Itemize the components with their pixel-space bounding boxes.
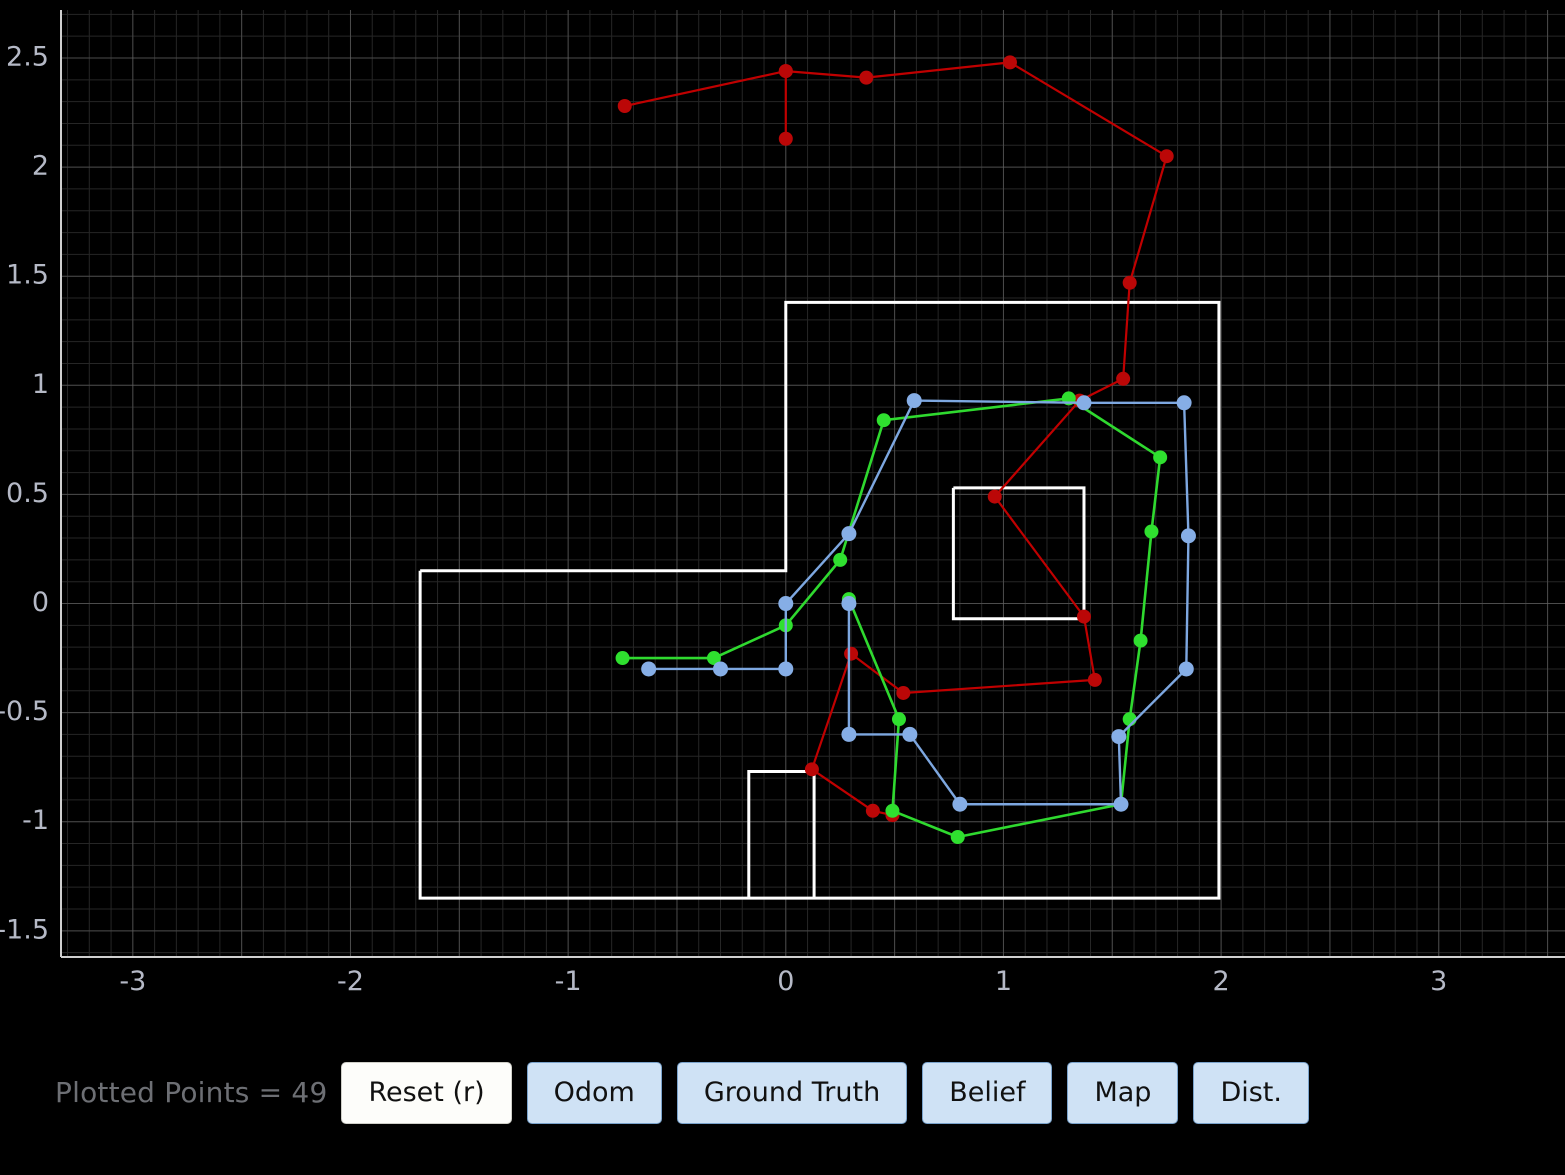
data-point-marker[interactable] xyxy=(617,99,632,114)
data-point-marker[interactable] xyxy=(1111,729,1127,745)
data-point-marker[interactable] xyxy=(865,803,880,818)
x-tick-label: -1 xyxy=(555,966,582,997)
y-tick-label: -0.5 xyxy=(0,696,49,727)
y-tick-label: -1 xyxy=(22,805,49,836)
data-point-marker[interactable] xyxy=(804,762,819,777)
ground-truth-toggle-button[interactable]: Ground Truth xyxy=(676,1061,908,1124)
data-point-marker[interactable] xyxy=(891,712,906,727)
data-point-marker[interactable] xyxy=(1153,450,1168,465)
data-point-marker[interactable] xyxy=(778,64,793,79)
data-point-marker[interactable] xyxy=(841,726,857,742)
y-tick-label: 2.5 xyxy=(6,42,49,73)
trajectory-plot-svg[interactable]: -1.5 -1 -0.5 0 0.5 1 1.5 2 2.5 -3 -2 -1 0 1 2 3 xyxy=(0,0,1565,1010)
x-tick-label: 1 xyxy=(995,966,1012,997)
data-point-marker[interactable] xyxy=(1176,395,1192,411)
data-point-marker[interactable] xyxy=(844,646,859,661)
data-point-marker[interactable] xyxy=(1116,371,1131,386)
y-tick-label: 1 xyxy=(32,369,49,400)
data-point-marker[interactable] xyxy=(1076,609,1091,624)
data-point-marker[interactable] xyxy=(1159,149,1174,164)
data-point-marker[interactable] xyxy=(876,413,891,428)
x-tick-label: -2 xyxy=(337,966,364,997)
data-point-marker[interactable] xyxy=(1133,633,1148,648)
y-tick-label: 0 xyxy=(32,587,49,618)
data-point-marker[interactable] xyxy=(778,596,794,612)
data-point-marker[interactable] xyxy=(952,796,968,812)
y-tick-label: -1.5 xyxy=(0,914,49,945)
data-point-marker[interactable] xyxy=(902,726,918,742)
data-point-marker[interactable] xyxy=(987,489,1002,504)
data-point-marker[interactable] xyxy=(950,829,965,844)
y-tick-label: 0.5 xyxy=(6,478,49,509)
dist-toggle-button[interactable]: Dist. xyxy=(1193,1061,1309,1124)
data-point-marker[interactable] xyxy=(1144,524,1159,539)
localization-plot-window: -1.5 -1 -0.5 0 0.5 1 1.5 2 2.5 -3 -2 -1 0 1 2 3 Plotted… xyxy=(0,0,1565,1175)
plot-area[interactable]: -1.5 -1 -0.5 0 0.5 1 1.5 2 2.5 -3 -2 -1 0 1 2 3 xyxy=(0,0,1565,1010)
x-tick-label: 3 xyxy=(1430,966,1447,997)
data-point-marker[interactable] xyxy=(778,661,794,677)
plotted-points-status: Plotted Points = 49 xyxy=(55,1076,328,1109)
data-point-marker[interactable] xyxy=(833,552,848,567)
data-point-marker[interactable] xyxy=(859,70,874,85)
bottom-toolbar: Plotted Points = 49 Reset (r) Odom Groun… xyxy=(0,1010,1565,1175)
y-tick-label: 1.5 xyxy=(6,260,49,291)
x-tick-label: 0 xyxy=(777,966,794,997)
reset-button[interactable]: Reset (r) xyxy=(341,1061,512,1124)
odom-toggle-button[interactable]: Odom xyxy=(526,1061,662,1124)
data-point-marker[interactable] xyxy=(641,661,657,677)
x-tick-label: -3 xyxy=(119,966,146,997)
data-point-marker[interactable] xyxy=(712,661,728,677)
data-point-marker[interactable] xyxy=(615,651,630,666)
data-point-marker[interactable] xyxy=(1178,661,1194,677)
belief-toggle-button[interactable]: Belief xyxy=(922,1061,1053,1124)
data-point-marker[interactable] xyxy=(906,393,922,409)
data-point-marker[interactable] xyxy=(1180,528,1196,544)
data-point-marker[interactable] xyxy=(1076,395,1092,411)
x-tick-label: 2 xyxy=(1213,966,1230,997)
data-point-marker[interactable] xyxy=(1087,672,1102,687)
data-point-marker[interactable] xyxy=(1113,796,1129,812)
data-point-marker[interactable] xyxy=(841,526,857,542)
data-point-marker[interactable] xyxy=(896,685,911,700)
map-toggle-button[interactable]: Map xyxy=(1067,1061,1179,1124)
data-point-marker[interactable] xyxy=(1122,275,1137,290)
y-tick-label: 2 xyxy=(32,151,49,182)
data-point-marker[interactable] xyxy=(1002,55,1017,70)
data-point-marker[interactable] xyxy=(841,596,857,612)
data-point-marker[interactable] xyxy=(778,131,793,146)
data-point-marker[interactable] xyxy=(885,803,900,818)
